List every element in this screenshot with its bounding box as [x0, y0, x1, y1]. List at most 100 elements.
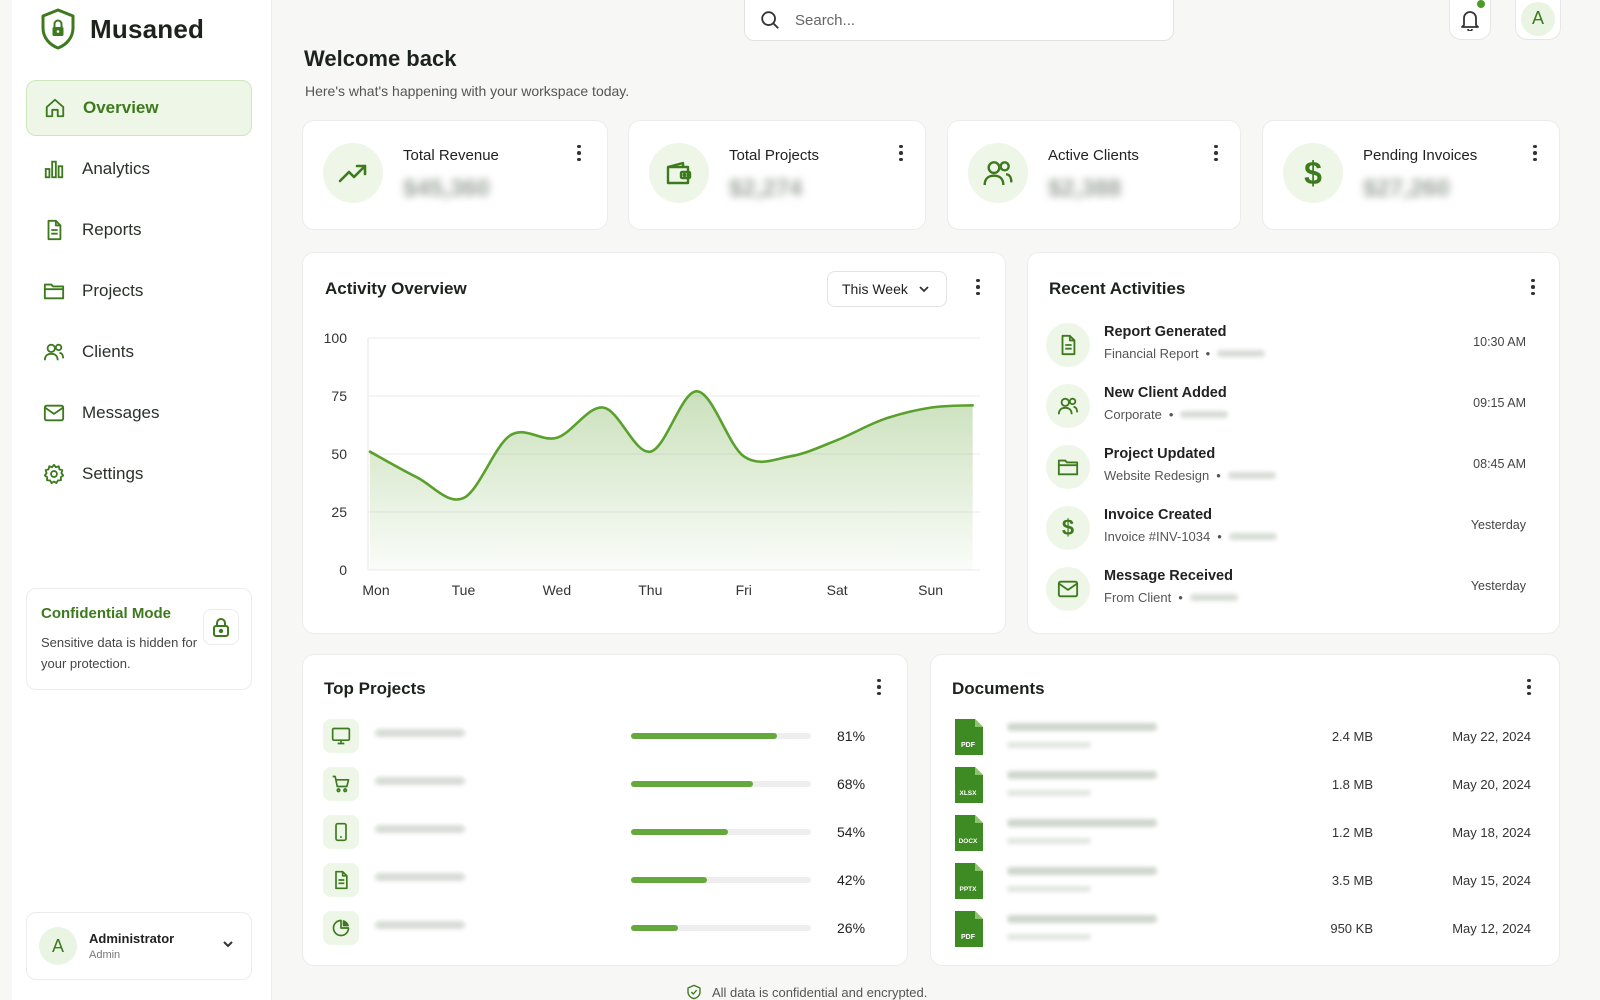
project-progress-fill — [631, 733, 777, 739]
sidebar-item-projects[interactable]: Projects — [26, 263, 252, 319]
sidebar-item-overview[interactable]: Overview — [26, 80, 252, 136]
stat-value: $27,260 — [1363, 175, 1450, 202]
project-progress-fill — [631, 925, 678, 931]
profile-button[interactable]: A — [1515, 0, 1561, 40]
activity-subtitle: From Client — [1104, 590, 1172, 605]
search-input[interactable]: Search... — [795, 12, 855, 29]
sidebar-item-label: Analytics — [82, 159, 151, 178]
confidential-mode-card: Confidential Mode Sensitive data is hidd… — [26, 588, 252, 690]
x-tick-label: Fri — [736, 582, 752, 598]
documents-card: Documents PDF 2.4 MB May 22, 2024 XLSX 1… — [930, 654, 1560, 966]
sidebar-item-label: Reports — [82, 220, 142, 239]
stat-card-total-revenue: Total Revenue $45,360 — [302, 120, 608, 230]
activity-item[interactable]: New Client Added Corporate • 09:15 AM — [1046, 380, 1526, 432]
more-options-icon[interactable] — [893, 143, 909, 163]
activity-item[interactable]: Report Generated Financial Report • 10:30… — [1046, 319, 1526, 371]
document-size: 1.8 MB — [1331, 777, 1373, 792]
sidebar-item-messages[interactable]: Messages — [26, 385, 252, 441]
project-progress — [631, 829, 811, 835]
document-meta-redacted — [1007, 742, 1091, 748]
project-row[interactable]: 42% — [323, 863, 883, 899]
document-row[interactable]: PPTX 3.5 MB May 15, 2024 — [951, 861, 1531, 901]
project-row[interactable]: 68% — [323, 767, 883, 803]
sidebar: Musaned Overview Analytics Reports Proje… — [12, 0, 272, 1000]
more-options-icon[interactable] — [1208, 143, 1224, 163]
lock-icon — [213, 618, 229, 637]
stat-card-active-clients: Active Clients $2,388 — [947, 120, 1241, 230]
stat-label: Active Clients — [1048, 147, 1139, 164]
users-icon — [42, 340, 66, 364]
sidebar-item-settings[interactable]: Settings — [26, 446, 252, 502]
wallet-icon — [649, 143, 709, 203]
pie-chart-icon — [323, 911, 359, 945]
activity-time: 10:30 AM — [1473, 335, 1526, 349]
project-name-redacted — [375, 729, 465, 737]
top-projects-card: Top Projects 81% 68% 54% 42% 26% — [302, 654, 908, 966]
stat-card-pending-invoices: $ Pending Invoices $27,260 — [1262, 120, 1560, 230]
sidebar-item-label: Messages — [82, 403, 160, 422]
trend-up-icon — [323, 143, 383, 203]
more-options-icon[interactable] — [571, 143, 587, 163]
sidebar-item-label: Clients — [82, 342, 134, 361]
activity-subtitle: Corporate — [1104, 407, 1162, 422]
avatar: A — [39, 927, 77, 965]
project-name-redacted — [375, 921, 465, 929]
notifications-button[interactable] — [1449, 0, 1491, 40]
activity-item[interactable]: Project Updated Website Redesign • 08:45 … — [1046, 441, 1526, 493]
project-row[interactable]: 54% — [323, 815, 883, 851]
more-options-icon[interactable] — [1525, 277, 1541, 297]
activity-item[interactable]: $ Invoice Created Invoice #INV-1034 • Yes… — [1046, 502, 1526, 554]
document-icon — [42, 218, 66, 242]
project-name-redacted — [375, 777, 465, 785]
stat-value: $45,360 — [403, 175, 490, 202]
document-date: May 20, 2024 — [1452, 777, 1531, 792]
user-menu[interactable]: A Administrator Admin — [26, 912, 252, 980]
search-bar[interactable]: Search... — [744, 0, 1174, 41]
project-row[interactable]: 26% — [323, 911, 883, 947]
document-icon — [323, 863, 359, 897]
logo[interactable]: Musaned — [40, 8, 204, 50]
page-title: Welcome back — [304, 46, 457, 71]
document-row[interactable]: PDF 950 KB May 12, 2024 — [951, 909, 1531, 949]
cart-icon — [323, 767, 359, 801]
sidebar-item-clients[interactable]: Clients — [26, 324, 252, 380]
confidential-lock-button[interactable] — [203, 609, 239, 645]
x-tick-label: Sat — [827, 582, 848, 598]
document-name-redacted — [1007, 723, 1157, 731]
document-row[interactable]: PDF 2.4 MB May 22, 2024 — [951, 717, 1531, 757]
gear-icon — [42, 462, 66, 486]
document-row[interactable]: DOCX 1.2 MB May 18, 2024 — [951, 813, 1531, 853]
document-name-redacted — [1007, 915, 1157, 923]
document-size: 950 KB — [1330, 921, 1373, 936]
dollar-icon: $ — [1283, 143, 1343, 203]
page-subtitle: Here's what's happening with your worksp… — [305, 83, 630, 99]
sidebar-item-reports[interactable]: Reports — [26, 202, 252, 258]
activity-title: Message Received — [1104, 568, 1233, 584]
more-options-icon[interactable] — [1521, 677, 1537, 697]
file-type-label: DOCX — [959, 838, 978, 845]
activity-time: Yesterday — [1470, 579, 1526, 593]
activity-item[interactable]: Message Received From Client • Yesterday — [1046, 563, 1526, 615]
chevron-down-icon[interactable] — [221, 937, 235, 951]
more-options-icon[interactable] — [871, 677, 887, 697]
sidebar-item-label: Projects — [82, 281, 144, 300]
home-icon — [43, 96, 67, 120]
project-row[interactable]: 81% — [323, 719, 883, 755]
file-type-label: PPTX — [960, 886, 978, 893]
activity-time: Yesterday — [1470, 518, 1526, 532]
document-date: May 18, 2024 — [1452, 825, 1531, 840]
more-options-icon[interactable] — [1527, 143, 1543, 163]
project-percent: 68% — [837, 776, 866, 792]
project-progress — [631, 781, 811, 787]
y-tick-label: 100 — [324, 330, 348, 346]
activity-title: Invoice Created — [1104, 507, 1212, 523]
pdf-file-icon: PDF — [955, 719, 983, 755]
document-date: May 15, 2024 — [1452, 873, 1531, 888]
sidebar-item-analytics[interactable]: Analytics — [26, 141, 252, 197]
mail-icon — [1046, 567, 1090, 611]
document-date: May 22, 2024 — [1452, 729, 1531, 744]
project-name-redacted — [375, 825, 465, 833]
document-name-redacted — [1007, 771, 1157, 779]
document-row[interactable]: XLSX 1.8 MB May 20, 2024 — [951, 765, 1531, 805]
sidebar-item-label: Overview — [83, 98, 159, 117]
